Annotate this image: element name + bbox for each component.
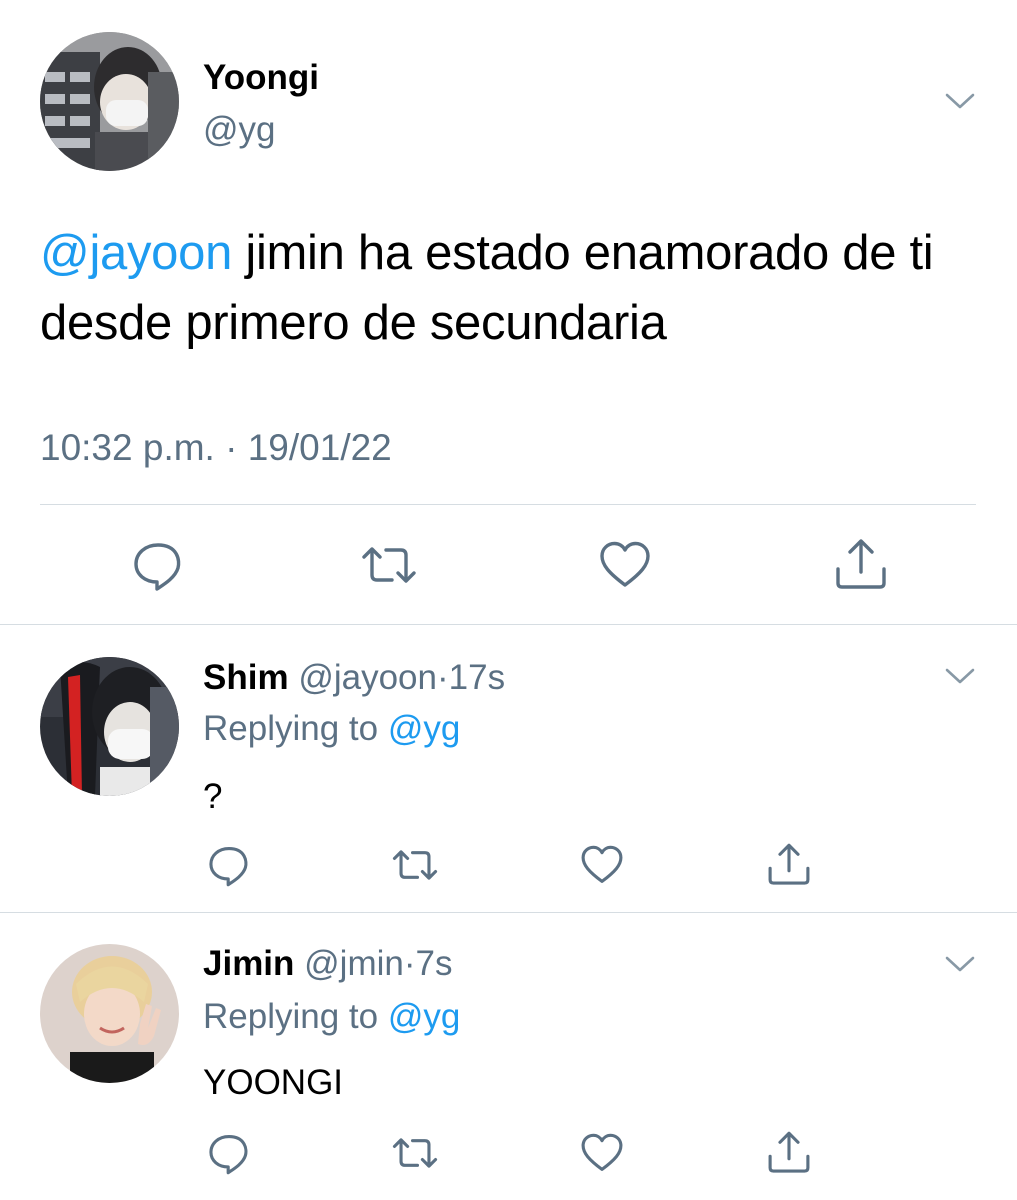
divider xyxy=(0,912,1017,913)
avatar-photo xyxy=(40,944,179,1083)
replying-to: Replying to @yg xyxy=(203,707,460,751)
like-icon[interactable] xyxy=(597,537,653,593)
avatar-photo xyxy=(40,657,179,796)
replying-handle[interactable]: @yg xyxy=(388,709,461,748)
divider xyxy=(0,624,1017,625)
share-icon[interactable] xyxy=(766,1130,812,1176)
divider xyxy=(40,504,976,505)
tweet-time: 10:32 p.m. xyxy=(40,427,215,468)
avatar[interactable] xyxy=(40,32,179,171)
reply-author-handle[interactable]: @jayoon xyxy=(298,658,437,697)
share-icon[interactable] xyxy=(766,842,812,888)
replying-to: Replying to @yg xyxy=(203,995,460,1039)
tweet-date: 19/01/22 xyxy=(247,427,392,468)
meta-separator: · xyxy=(225,427,238,468)
reply-author-handle[interactable]: @jmin xyxy=(304,944,404,983)
retweet-icon[interactable] xyxy=(392,1130,438,1176)
mention-link[interactable]: @jayoon xyxy=(40,226,232,280)
reply-icon[interactable] xyxy=(130,537,186,593)
reply-time[interactable]: 7s xyxy=(416,944,453,983)
tweet-timestamp[interactable]: 10:32 p.m. · 19/01/22 xyxy=(40,425,392,471)
reply-header: Jimin @jmin·7s xyxy=(203,942,452,986)
chevron-down-icon[interactable] xyxy=(945,92,975,110)
reply-time[interactable]: 17s xyxy=(449,658,505,697)
avatar[interactable] xyxy=(40,944,179,1083)
reply-author-name[interactable]: Jimin xyxy=(203,944,294,983)
replying-handle[interactable]: @yg xyxy=(388,997,461,1036)
reply-header: Shim @jayoon·17s xyxy=(203,656,505,700)
replying-label: Replying to xyxy=(203,997,379,1036)
retweet-icon[interactable] xyxy=(361,537,417,593)
replying-label: Replying to xyxy=(203,709,379,748)
reply-text: YOONGI xyxy=(203,1063,344,1102)
author-handle[interactable]: @yg xyxy=(203,108,276,152)
author-name[interactable]: Yoongi xyxy=(203,56,319,100)
meta-separator: · xyxy=(436,658,449,697)
meta-separator: · xyxy=(403,944,416,983)
avatar-photo xyxy=(40,32,179,171)
like-icon[interactable] xyxy=(579,842,625,888)
reply-text: ? xyxy=(203,777,223,816)
share-icon[interactable] xyxy=(833,537,889,593)
chevron-down-icon[interactable] xyxy=(945,667,975,685)
chevron-down-icon[interactable] xyxy=(945,955,975,973)
reply-icon[interactable] xyxy=(206,842,252,888)
tweet-text: @jayoon jimin ha estado enamorado de ti … xyxy=(40,218,980,358)
like-icon[interactable] xyxy=(579,1130,625,1176)
retweet-icon[interactable] xyxy=(392,842,438,888)
reply-icon[interactable] xyxy=(206,1130,252,1176)
reply-author-name[interactable]: Shim xyxy=(203,658,289,697)
avatar[interactable] xyxy=(40,657,179,796)
